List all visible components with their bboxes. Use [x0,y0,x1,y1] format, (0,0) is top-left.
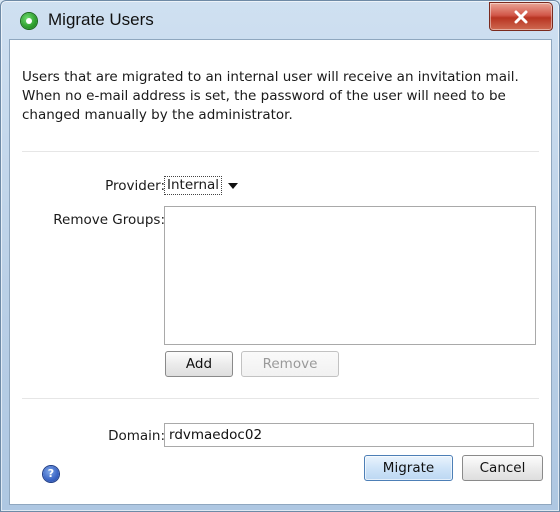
chevron-down-icon [228,182,239,189]
dialog-title: Migrate Users [48,10,154,29]
add-button[interactable]: Add [165,351,233,377]
migrate-button[interactable]: Migrate [364,455,453,481]
cancel-button[interactable]: Cancel [462,455,543,481]
help-icon[interactable]: ? [43,466,59,482]
title-bar[interactable]: Migrate Users [1,1,559,39]
provider-label: Provider: [105,178,165,194]
bottom-separator [22,398,539,399]
domain-label: Domain: [108,428,165,444]
domain-input[interactable] [164,423,534,447]
app-logo-icon [21,13,37,29]
provider-select[interactable]: Internal [164,175,239,196]
migrate-users-dialog: Migrate Users Users that are migrated to… [0,0,560,512]
close-button[interactable] [489,2,553,31]
remove-button[interactable]: Remove [241,351,339,377]
remove-groups-list[interactable] [164,206,536,345]
remove-groups-label: Remove Groups: [53,212,165,228]
close-icon [514,10,528,23]
description-text: Users that are migrated to an internal u… [22,69,519,123]
top-separator [22,151,539,152]
provider-value: Internal [164,176,223,195]
